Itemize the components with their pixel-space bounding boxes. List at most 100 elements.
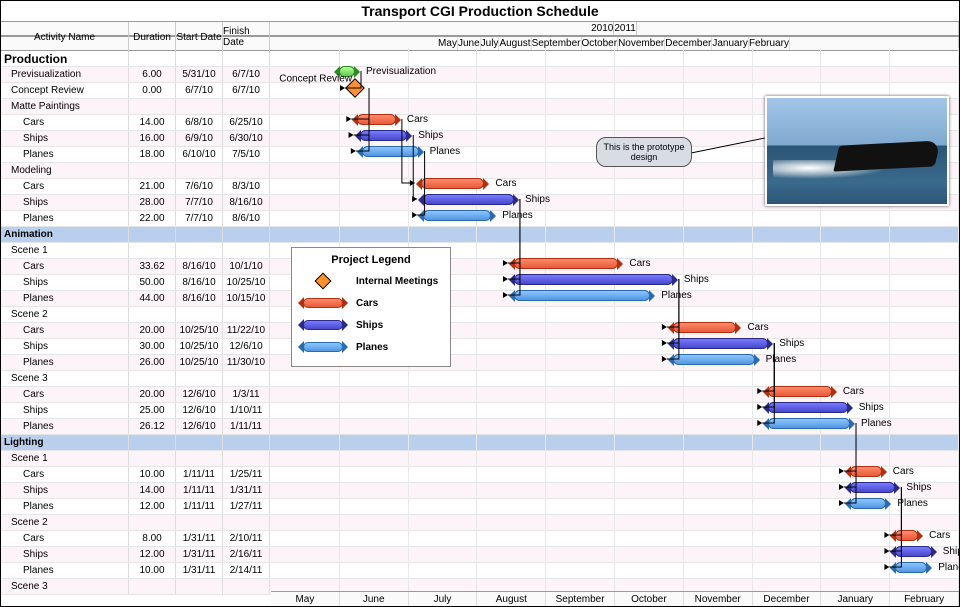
activity-name: Cars bbox=[1, 467, 129, 482]
start-cell: 1/31/11 bbox=[176, 531, 223, 546]
duration-cell: 10.00 bbox=[129, 563, 176, 578]
month-July: July bbox=[481, 37, 500, 50]
finish-cell bbox=[223, 99, 270, 114]
start-cell: 12/6/10 bbox=[176, 387, 223, 402]
table-row[interactable]: Planes12.001/11/111/27/11 bbox=[1, 499, 959, 515]
duration-cell: 16.00 bbox=[129, 131, 176, 146]
legend-item: Internal Meetings bbox=[300, 272, 442, 290]
table-row[interactable]: Lighting bbox=[1, 435, 959, 451]
finish-cell bbox=[223, 579, 270, 594]
start-cell: 7/6/10 bbox=[176, 179, 223, 194]
duration-cell bbox=[129, 99, 176, 114]
finish-cell: 1/27/11 bbox=[223, 499, 270, 514]
finish-cell bbox=[223, 435, 270, 450]
finish-cell: 1/25/11 bbox=[223, 467, 270, 482]
finish-cell bbox=[223, 51, 270, 66]
col-activity[interactable]: Activity Name bbox=[1, 22, 129, 52]
year-2010: 2010 bbox=[591, 22, 614, 35]
table-row[interactable]: Scene 3 bbox=[1, 371, 959, 387]
duration-cell: 8.00 bbox=[129, 531, 176, 546]
table-row[interactable]: Previsualization6.005/31/106/7/10 bbox=[1, 67, 959, 83]
duration-cell: 25.00 bbox=[129, 403, 176, 418]
start-cell: 8/16/10 bbox=[176, 291, 223, 306]
activity-name: Production bbox=[1, 51, 129, 66]
legend-label: Ships bbox=[356, 320, 383, 331]
duration-cell bbox=[129, 307, 176, 322]
start-cell: 10/25/10 bbox=[176, 323, 223, 338]
col-finish[interactable]: Finish Date bbox=[223, 22, 270, 52]
month-February: February bbox=[749, 37, 790, 50]
activity-name: Ships bbox=[1, 483, 129, 498]
activity-name: Cars bbox=[1, 387, 129, 402]
start-cell: 7/7/10 bbox=[176, 211, 223, 226]
duration-cell: 20.00 bbox=[129, 323, 176, 338]
duration-cell: 28.00 bbox=[129, 195, 176, 210]
table-row[interactable]: Scene 1 bbox=[1, 451, 959, 467]
legend-item: Ships bbox=[300, 316, 442, 334]
activity-name: Ships bbox=[1, 131, 129, 146]
activity-name: Previsualization bbox=[1, 67, 129, 82]
start-cell: 8/16/10 bbox=[176, 259, 223, 274]
activity-name: Cars bbox=[1, 179, 129, 194]
table-row[interactable]: Planes22.007/7/108/6/10 bbox=[1, 211, 959, 227]
start-cell bbox=[176, 227, 223, 242]
month-January: January bbox=[712, 37, 749, 50]
duration-cell bbox=[129, 451, 176, 466]
duration-cell: 18.00 bbox=[129, 147, 176, 162]
start-cell bbox=[176, 435, 223, 450]
table-row[interactable]: Production bbox=[1, 51, 959, 67]
duration-cell: 21.00 bbox=[129, 179, 176, 194]
duration-cell: 22.00 bbox=[129, 211, 176, 226]
footer-month-August: August bbox=[477, 592, 546, 606]
start-cell: 1/11/11 bbox=[176, 483, 223, 498]
start-cell: 8/16/10 bbox=[176, 275, 223, 290]
legend: Project Legend Internal MeetingsCarsShip… bbox=[291, 247, 451, 367]
activity-name: Matte Paintings bbox=[1, 99, 129, 114]
month-June: June bbox=[458, 37, 481, 50]
table-row[interactable]: Ships30.0010/25/1012/6/10 bbox=[1, 339, 959, 355]
activity-name: Planes bbox=[1, 211, 129, 226]
table-row[interactable]: Planes26.0010/25/1011/30/10 bbox=[1, 355, 959, 371]
duration-cell bbox=[129, 579, 176, 594]
table-row[interactable]: Scene 2 bbox=[1, 515, 959, 531]
activity-name: Scene 2 bbox=[1, 307, 129, 322]
table-row[interactable]: Ships25.0012/6/101/10/11 bbox=[1, 403, 959, 419]
table-row[interactable]: Planes10.001/31/112/14/11 bbox=[1, 563, 959, 579]
table-row[interactable]: Cars20.0010/25/1011/22/10 bbox=[1, 323, 959, 339]
finish-cell: 1/31/11 bbox=[223, 483, 270, 498]
table-row[interactable]: Ships14.001/11/111/31/11 bbox=[1, 483, 959, 499]
duration-cell bbox=[129, 163, 176, 178]
start-cell bbox=[176, 163, 223, 178]
table-row[interactable]: Ships50.008/16/1010/25/10 bbox=[1, 275, 959, 291]
col-duration[interactable]: Duration bbox=[129, 22, 176, 52]
start-cell: 1/11/11 bbox=[176, 499, 223, 514]
activity-name: Planes bbox=[1, 355, 129, 370]
month-December: December bbox=[665, 37, 712, 50]
gantt-page: Transport CGI Production Schedule Activi… bbox=[0, 0, 960, 607]
table-row[interactable]: Ships12.001/31/112/16/11 bbox=[1, 547, 959, 563]
start-cell bbox=[176, 515, 223, 530]
duration-cell: 20.00 bbox=[129, 387, 176, 402]
activity-name: Ships bbox=[1, 195, 129, 210]
ships-icon bbox=[303, 320, 343, 330]
table-row[interactable]: Cars8.001/31/112/10/11 bbox=[1, 531, 959, 547]
table-row[interactable]: Animation bbox=[1, 227, 959, 243]
finish-cell bbox=[223, 163, 270, 178]
start-cell: 7/7/10 bbox=[176, 195, 223, 210]
legend-label: Planes bbox=[356, 342, 388, 353]
col-start[interactable]: Start Date bbox=[176, 22, 223, 52]
duration-cell: 30.00 bbox=[129, 339, 176, 354]
table-row[interactable]: Planes44.008/16/1010/15/10 bbox=[1, 291, 959, 307]
activity-name: Animation bbox=[1, 227, 129, 242]
table-row[interactable]: Scene 1 bbox=[1, 243, 959, 259]
duration-cell: 14.00 bbox=[129, 115, 176, 130]
duration-cell bbox=[129, 243, 176, 258]
table-row[interactable]: Cars33.628/16/1010/1/10 bbox=[1, 259, 959, 275]
table-row[interactable]: Cars20.0012/6/101/3/11 bbox=[1, 387, 959, 403]
activity-name: Planes bbox=[1, 419, 129, 434]
finish-cell: 10/25/10 bbox=[223, 275, 270, 290]
table-row[interactable]: Cars10.001/11/111/25/11 bbox=[1, 467, 959, 483]
start-cell bbox=[176, 51, 223, 66]
table-row[interactable]: Planes26.1212/6/101/11/11 bbox=[1, 419, 959, 435]
table-row[interactable]: Scene 2 bbox=[1, 307, 959, 323]
